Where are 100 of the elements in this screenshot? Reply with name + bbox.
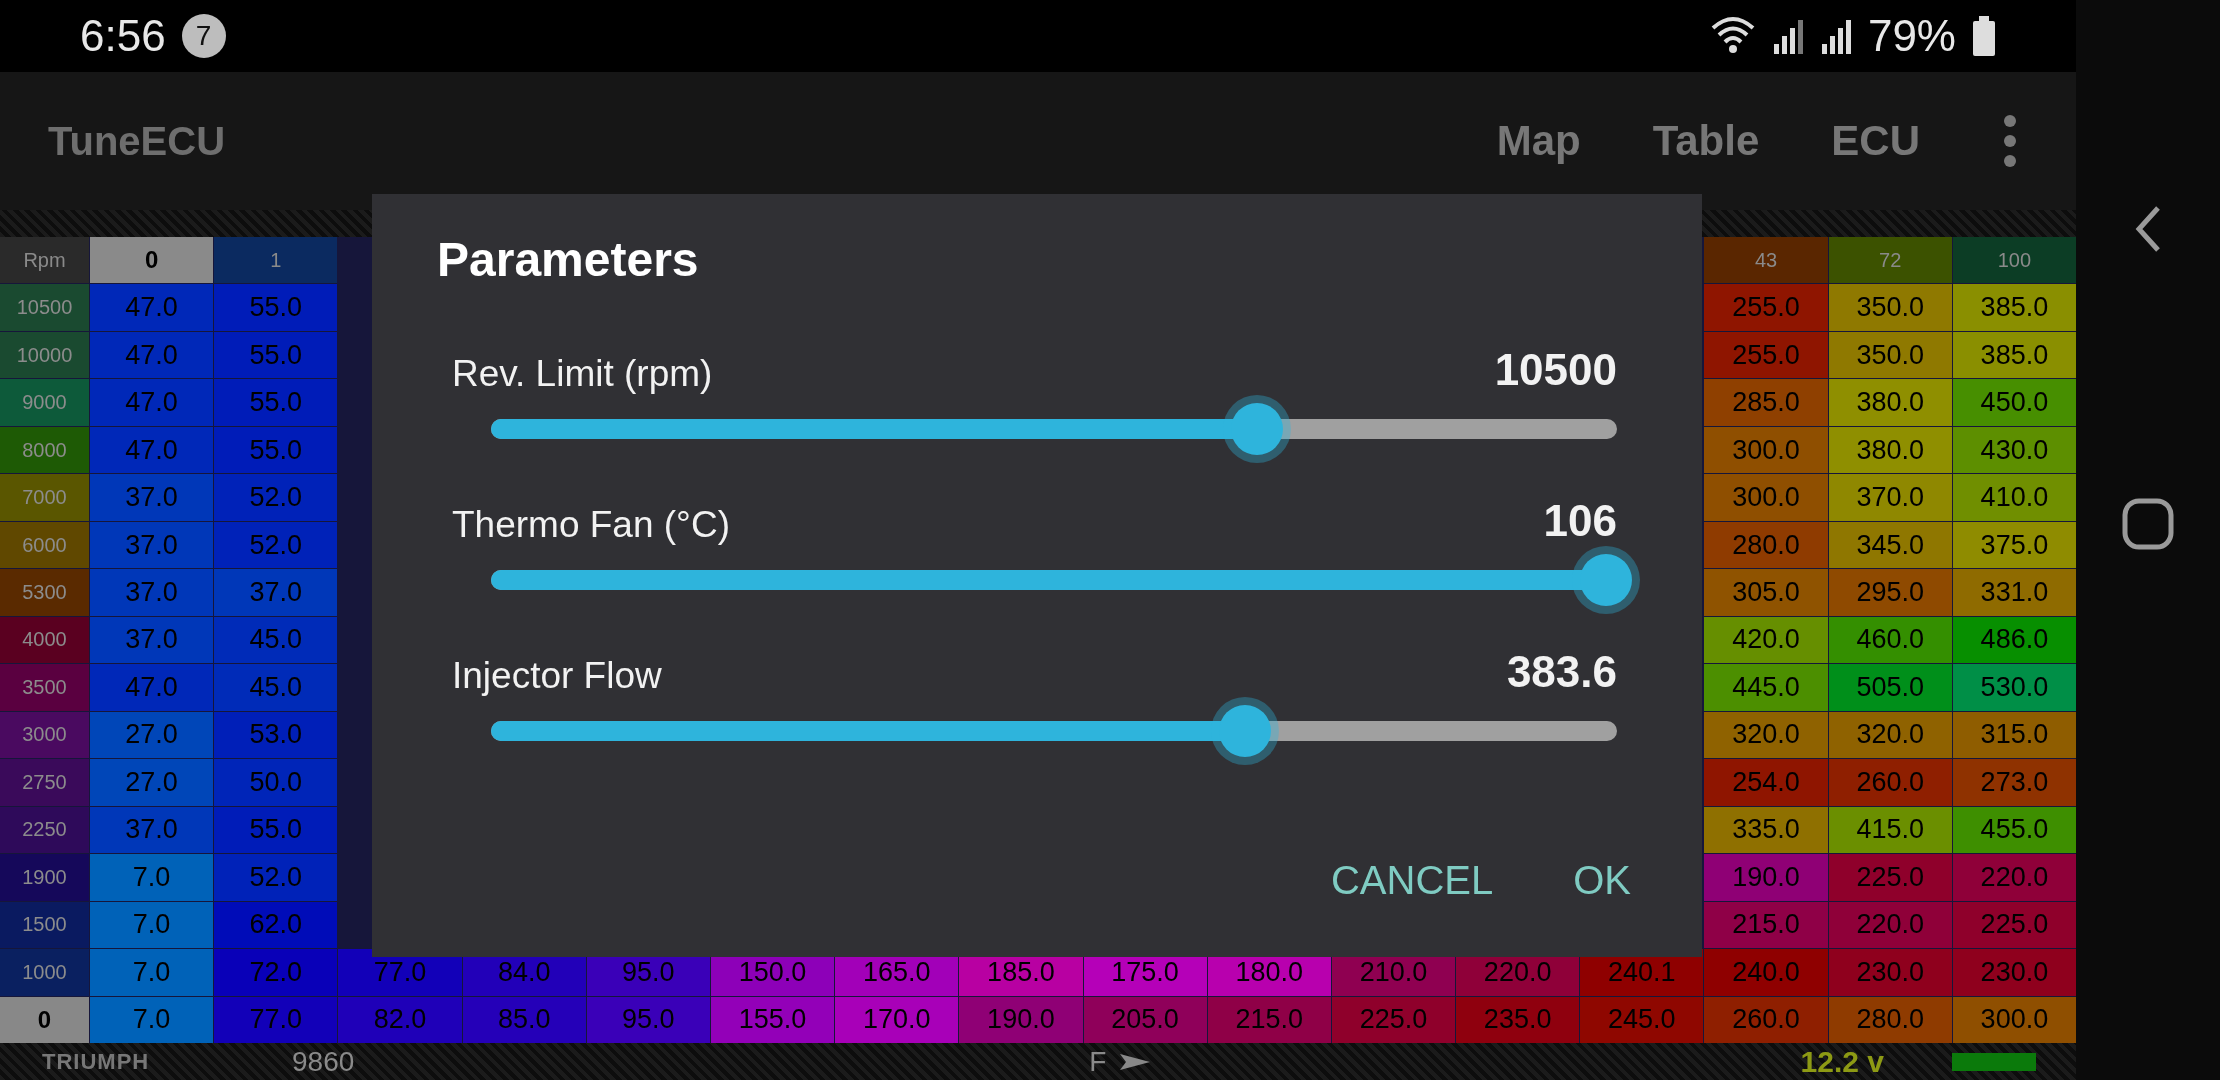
column-header[interactable]: 43 <box>1704 237 1828 284</box>
row-header[interactable]: 3500 <box>0 664 89 711</box>
table-cell: 280.0 <box>1828 996 1952 1043</box>
table-cell: 47.0 <box>90 284 214 331</box>
app-title: TuneECU <box>48 118 226 164</box>
column-header[interactable]: 0 <box>90 237 214 284</box>
table-cell: 530.0 <box>1952 664 2076 711</box>
table-cell: 420.0 <box>1704 616 1828 664</box>
table-cell: 375.0 <box>1952 521 2076 569</box>
table-cell: 85.0 <box>462 996 586 1043</box>
menu-action[interactable]: Map <box>1460 117 1617 165</box>
row-header[interactable]: 1000 <box>0 949 89 996</box>
table-cell: 295.0 <box>1828 569 1952 616</box>
table-cell: 55.0 <box>214 426 338 474</box>
overflow-menu-icon[interactable] <box>2004 115 2016 167</box>
row-header[interactable]: 9000 <box>0 379 89 426</box>
table-cell: 55.0 <box>214 379 338 426</box>
table-cell: 220.0 <box>1828 901 1952 949</box>
voltage-reading: 12.2 v <box>1800 1044 1884 1079</box>
table-cell: 320.0 <box>1704 711 1828 759</box>
table-cell: 170.0 <box>835 996 959 1043</box>
row-header[interactable]: 5300 <box>0 569 89 616</box>
table-cell: 37.0 <box>90 806 214 854</box>
back-icon[interactable] <box>2135 205 2161 253</box>
table-cell: 215.0 <box>1704 901 1828 949</box>
table-cell: 47.0 <box>90 331 214 379</box>
row-header[interactable]: 7000 <box>0 474 89 521</box>
wifi-icon <box>1709 16 1756 56</box>
table-cell: 380.0 <box>1828 426 1952 474</box>
dialog-button[interactable]: OK <box>1553 844 1651 917</box>
row-header[interactable]: 3000 <box>0 711 89 759</box>
table-cell: 82.0 <box>338 996 462 1043</box>
table-cell: 37.0 <box>90 474 214 521</box>
table-cell: 52.0 <box>214 474 338 521</box>
table-cell: 300.0 <box>1704 426 1828 474</box>
table-header: Rpm <box>0 237 89 284</box>
table-cell: 45.0 <box>214 664 338 711</box>
table-cell: 415.0 <box>1828 806 1952 854</box>
slider-value: 106 <box>1543 496 1617 546</box>
table-cell: 335.0 <box>1704 806 1828 854</box>
row-header[interactable]: 2250 <box>0 806 89 854</box>
table-cell: 486.0 <box>1952 616 2076 664</box>
table-cell: 62.0 <box>214 901 338 949</box>
table-cell: 53.0 <box>214 711 338 759</box>
signal-icon <box>1819 18 1852 54</box>
row-header[interactable]: 4000 <box>0 616 89 664</box>
table-cell: 305.0 <box>1704 569 1828 616</box>
slider-thumb[interactable] <box>1219 705 1272 757</box>
row-header[interactable]: 2750 <box>0 759 89 806</box>
dialog-title: Parameters <box>437 232 700 287</box>
home-icon[interactable] <box>2122 498 2174 550</box>
table-cell: 215.0 <box>1207 996 1331 1043</box>
table-cell: 205.0 <box>1083 996 1207 1043</box>
row-header[interactable]: 1900 <box>0 854 89 901</box>
table-cell: 445.0 <box>1704 664 1828 711</box>
column-header[interactable]: 1 <box>214 237 338 284</box>
table-cell: 273.0 <box>1952 759 2076 806</box>
row-header[interactable]: 6000 <box>0 521 89 569</box>
table-cell: 55.0 <box>214 806 338 854</box>
clock-time: 6:56 <box>80 11 166 61</box>
slider-thumb[interactable] <box>1579 554 1632 606</box>
battery-percentage: 79% <box>1867 11 1956 61</box>
table-cell: 430.0 <box>1952 426 2076 474</box>
row-header[interactable]: 1500 <box>0 901 89 949</box>
row-header[interactable]: 10000 <box>0 331 89 379</box>
table-cell: 72.0 <box>214 949 338 996</box>
table-cell: 190.0 <box>959 996 1083 1043</box>
slider-value: 10500 <box>1494 345 1617 395</box>
row-header[interactable]: 10500 <box>0 284 89 331</box>
table-cell: 7.0 <box>90 854 214 901</box>
slider-label: Injector Flow <box>452 655 662 697</box>
battery-icon <box>1972 16 1996 56</box>
table-cell: 95.0 <box>586 996 710 1043</box>
table-cell: 410.0 <box>1952 474 2076 521</box>
row-header[interactable]: 0 <box>0 996 89 1043</box>
gear-indicator: F <box>1089 1045 1107 1078</box>
notification-badge: 7 <box>181 14 226 58</box>
column-header[interactable]: 72 <box>1828 237 1952 284</box>
table-cell: 225.0 <box>1952 901 2076 949</box>
table-cell: 230.0 <box>1828 949 1952 996</box>
table-cell: 280.0 <box>1704 521 1828 569</box>
table-cell: 50.0 <box>214 759 338 806</box>
menu-action[interactable]: ECU <box>1795 117 1956 165</box>
table-cell: 385.0 <box>1952 331 2076 379</box>
table-cell: 27.0 <box>90 759 214 806</box>
slider-thumb[interactable] <box>1230 403 1283 455</box>
table-cell: 255.0 <box>1704 331 1828 379</box>
row-header[interactable]: 8000 <box>0 426 89 474</box>
table-cell: 27.0 <box>90 711 214 759</box>
table-cell: 254.0 <box>1704 759 1828 806</box>
table-cell: 300.0 <box>1952 996 2076 1043</box>
table-cell: 47.0 <box>90 664 214 711</box>
rpm-reading: 9860 <box>292 1045 355 1078</box>
table-cell: 370.0 <box>1828 474 1952 521</box>
slider-label: Rev. Limit (rpm) <box>452 353 713 395</box>
column-header[interactable]: 100 <box>1952 237 2076 284</box>
table-cell: 380.0 <box>1828 379 1952 426</box>
table-cell: 55.0 <box>214 284 338 331</box>
menu-action[interactable]: Table <box>1616 117 1796 165</box>
dialog-button[interactable]: CANCEL <box>1310 844 1514 917</box>
